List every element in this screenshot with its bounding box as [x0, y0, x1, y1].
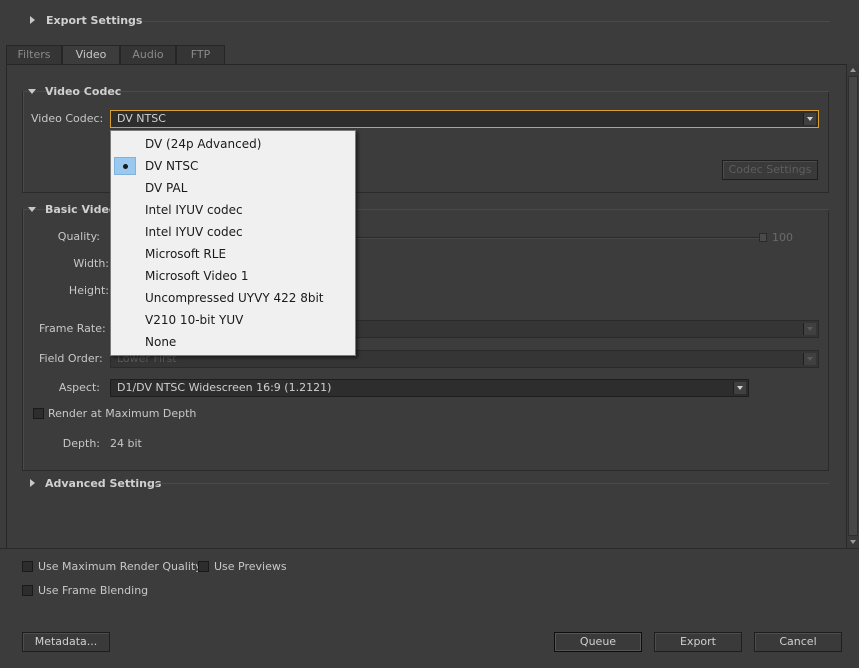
height-label: Height:: [68, 284, 109, 297]
quality-slider-thumb[interactable]: [759, 233, 767, 242]
depth-value: 24 bit: [110, 437, 142, 450]
use-max-render-quality-label[interactable]: Use Maximum Render Quality: [38, 560, 202, 573]
basic-video-collapse-icon[interactable]: [28, 207, 36, 212]
scroll-down-icon[interactable]: [850, 540, 856, 544]
basic-video-title[interactable]: Basic Video: [45, 203, 116, 216]
render-max-depth-checkbox[interactable]: [33, 408, 44, 419]
queue-button[interactable]: Queue: [554, 632, 642, 652]
scrollbar-thumb[interactable]: [848, 76, 858, 536]
codec-settings-button[interactable]: Codec Settings: [722, 160, 818, 180]
export-settings-title[interactable]: Export Settings: [46, 14, 142, 27]
chevron-down-icon[interactable]: [803, 113, 816, 125]
codec-option[interactable]: Uncompressed UYVY 422 8bit: [111, 287, 355, 309]
chevron-down-icon[interactable]: [803, 323, 816, 335]
metadata-button[interactable]: Metadata...: [22, 632, 110, 652]
frame-rate-label: Frame Rate:: [39, 322, 106, 335]
use-previews-checkbox[interactable]: [198, 561, 209, 572]
codec-option-label: DV NTSC: [145, 159, 199, 173]
video-codec-select[interactable]: DV NTSC: [110, 110, 819, 128]
codec-option[interactable]: None: [111, 331, 355, 353]
codec-option[interactable]: Microsoft RLE: [111, 243, 355, 265]
video-codec-dropdown-list[interactable]: DV (24p Advanced) DV NTSC DV PAL Intel I…: [110, 130, 356, 356]
export-settings-divider: [142, 21, 830, 22]
video-codec-value: DV NTSC: [117, 112, 166, 125]
codec-option[interactable]: Microsoft Video 1: [111, 265, 355, 287]
basic-video-divider: [356, 209, 829, 210]
panel-scrollbar[interactable]: [846, 64, 859, 548]
bottom-divider: [0, 548, 859, 549]
video-codec-title[interactable]: Video Codec: [45, 85, 121, 98]
video-codec-label: Video Codec:: [31, 112, 104, 125]
chevron-down-icon[interactable]: [733, 382, 746, 394]
depth-label: Depth:: [62, 437, 100, 450]
advanced-settings-title[interactable]: Advanced Settings: [45, 477, 161, 490]
field-order-label: Field Order:: [39, 352, 103, 365]
codec-option[interactable]: Intel IYUV codec: [111, 221, 355, 243]
advanced-settings-divider: [156, 483, 829, 484]
codec-option[interactable]: V210 10-bit YUV: [111, 309, 355, 331]
codec-option[interactable]: DV PAL: [111, 177, 355, 199]
aspect-label: Aspect:: [58, 381, 100, 394]
export-button[interactable]: Export: [654, 632, 742, 652]
aspect-select[interactable]: D1/DV NTSC Widescreen 16:9 (1.2121): [110, 379, 749, 397]
video-codec-collapse-icon[interactable]: [28, 89, 36, 94]
tab-ftp[interactable]: FTP: [176, 45, 225, 64]
use-frame-blending-checkbox[interactable]: [22, 585, 33, 596]
codec-option[interactable]: Intel IYUV codec: [111, 199, 355, 221]
render-max-depth-label[interactable]: Render at Maximum Depth: [48, 407, 196, 420]
aspect-value: D1/DV NTSC Widescreen 16:9 (1.2121): [117, 381, 332, 394]
scroll-up-icon[interactable]: [850, 68, 856, 72]
quality-label: Quality:: [57, 230, 100, 243]
advanced-settings-expand-icon[interactable]: [30, 479, 35, 487]
quality-value[interactable]: 100: [772, 231, 793, 244]
tab-audio[interactable]: Audio: [120, 45, 176, 64]
cancel-button[interactable]: Cancel: [754, 632, 842, 652]
width-label: Width:: [73, 257, 109, 270]
selected-bullet-icon: [114, 157, 136, 175]
tab-video[interactable]: Video: [62, 45, 120, 65]
tab-filters[interactable]: Filters: [6, 45, 62, 64]
export-settings-expand-icon[interactable]: [30, 16, 35, 24]
chevron-down-icon[interactable]: [803, 353, 816, 365]
use-max-render-quality-checkbox[interactable]: [22, 561, 33, 572]
use-frame-blending-label[interactable]: Use Frame Blending: [38, 584, 148, 597]
video-codec-divider: [120, 91, 829, 92]
codec-option-selected[interactable]: DV NTSC: [111, 155, 355, 177]
use-previews-label[interactable]: Use Previews: [214, 560, 287, 573]
quality-slider-track[interactable]: [356, 237, 766, 239]
codec-option[interactable]: DV (24p Advanced): [111, 133, 355, 155]
